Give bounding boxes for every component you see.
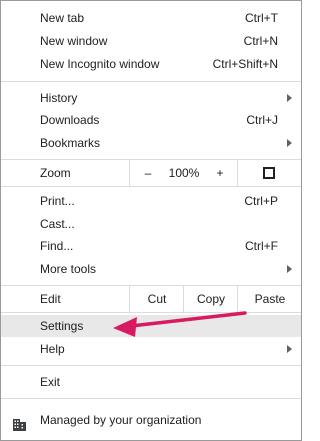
menu-item-label: Print... bbox=[40, 194, 75, 208]
submenu-arrow-icon bbox=[287, 265, 292, 273]
separator bbox=[1, 81, 301, 82]
menu-item-more-tools[interactable]: More tools bbox=[1, 258, 301, 280]
menu-item-label: Bookmarks bbox=[40, 136, 101, 150]
shortcut-text: Ctrl+Shift+N bbox=[212, 57, 278, 71]
menu-item-bookmarks[interactable]: Bookmarks bbox=[1, 132, 301, 154]
menu-item-cast[interactable]: Cast... bbox=[1, 213, 301, 235]
menu-item-exit[interactable]: Exit bbox=[1, 371, 301, 393]
building-icon bbox=[13, 416, 26, 431]
menu-item-label: Exit bbox=[40, 375, 61, 389]
menu-item-label: Help bbox=[40, 342, 65, 356]
menu-item-label: Settings bbox=[40, 319, 84, 333]
submenu-arrow-icon bbox=[287, 345, 292, 353]
shortcut-text: Ctrl+P bbox=[244, 194, 278, 208]
zoom-in-button[interactable]: + bbox=[203, 160, 237, 186]
submenu-arrow-icon bbox=[287, 139, 292, 147]
shortcut-text: Ctrl+T bbox=[245, 11, 278, 25]
edit-label: Edit bbox=[40, 292, 61, 306]
menu-item-label: New window bbox=[40, 34, 108, 48]
separator bbox=[1, 398, 301, 399]
menu-item-new-tab[interactable]: New tab Ctrl+T bbox=[1, 7, 301, 29]
menu-item-help[interactable]: Help bbox=[1, 338, 301, 360]
zoom-label: Zoom bbox=[40, 166, 71, 180]
menu-item-label: More tools bbox=[40, 262, 97, 276]
separator bbox=[1, 365, 301, 366]
annotation-arrow-icon bbox=[113, 311, 247, 337]
separator bbox=[1, 186, 301, 187]
menu-item-new-incognito-window[interactable]: New Incognito window Ctrl+Shift+N bbox=[1, 53, 301, 75]
managed-label: Managed by your organization bbox=[40, 413, 202, 427]
menu-item-label: New Incognito window bbox=[40, 57, 160, 71]
browser-menu: New tab Ctrl+T New window Ctrl+N New Inc… bbox=[0, 0, 302, 441]
shortcut-text: Ctrl+N bbox=[243, 34, 278, 48]
menu-item-label: Cast... bbox=[40, 217, 75, 231]
menu-item-label: Downloads bbox=[40, 113, 100, 127]
shortcut-text: Ctrl+J bbox=[246, 113, 278, 127]
managed-by-organization[interactable]: Managed by your organization bbox=[1, 409, 301, 431]
fullscreen-icon bbox=[263, 167, 275, 179]
menu-item-new-window[interactable]: New window Ctrl+N bbox=[1, 30, 301, 52]
menu-item-history[interactable]: History bbox=[1, 87, 301, 109]
menu-item-label: New tab bbox=[40, 11, 85, 25]
zoom-level: 100% bbox=[168, 166, 200, 180]
fullscreen-button[interactable] bbox=[237, 160, 302, 186]
menu-item-downloads[interactable]: Downloads Ctrl+J bbox=[1, 109, 301, 131]
menu-item-label: Find... bbox=[40, 239, 74, 253]
menu-item-label: History bbox=[40, 91, 78, 105]
zoom-row: Zoom – 100% + bbox=[1, 160, 301, 186]
zoom-out-button[interactable]: – bbox=[129, 160, 166, 186]
shortcut-text: Ctrl+F bbox=[245, 239, 278, 253]
submenu-arrow-icon bbox=[287, 94, 292, 102]
menu-item-print[interactable]: Print... Ctrl+P bbox=[1, 190, 301, 212]
menu-item-find[interactable]: Find... Ctrl+F bbox=[1, 235, 301, 257]
